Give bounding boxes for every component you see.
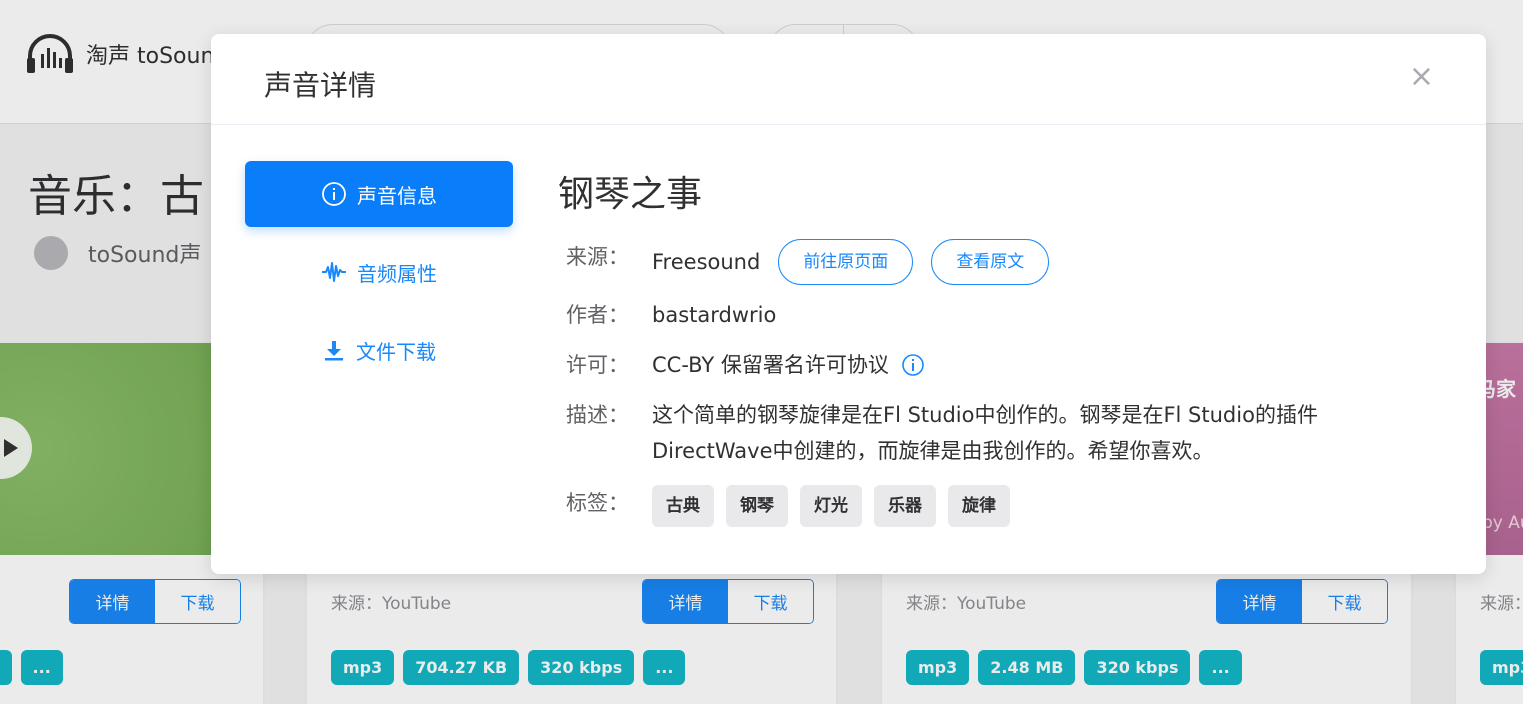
tag[interactable]: 旋律 <box>948 485 1010 527</box>
license-value-wrap: CC-BY 保留署名许可协议 <box>652 347 925 383</box>
info-icon[interactable] <box>901 353 925 377</box>
download-icon <box>325 341 343 361</box>
close-icon[interactable]: × <box>1409 62 1434 92</box>
source-value: Freesound <box>652 250 761 274</box>
waveform-icon <box>322 262 346 282</box>
source-row: 来源： Freesound 前往原页面 查看原文 <box>558 239 1438 285</box>
tag-list: 古典 钢琴 灯光 乐器 旋律 <box>652 485 1022 527</box>
author-label: 作者： <box>566 303 629 327</box>
license-row: 许可： CC-BY 保留署名许可协议 <box>558 347 1438 383</box>
description-value: 这个简单的钢琴旋律是在Fl Studio中创作的。钢琴是在Fl Studio的插… <box>652 403 1318 463</box>
tag[interactable]: 钢琴 <box>726 485 788 527</box>
dialog-header: 声音详情 × <box>211 34 1486 125</box>
nav-item-file-download[interactable]: 文件下载 <box>245 317 513 383</box>
sound-info-panel: 钢琴之事 来源： Freesound 前往原页面 查看原文 作者： bastar… <box>558 161 1438 527</box>
description-label: 描述： <box>566 403 629 427</box>
tag[interactable]: 古典 <box>652 485 714 527</box>
goto-original-page-button[interactable]: 前往原页面 <box>778 239 914 285</box>
info-icon <box>322 182 346 206</box>
author-row: 作者： bastardwrio <box>558 297 1438 333</box>
author-value: bastardwrio <box>652 303 777 327</box>
license-label: 许可： <box>566 353 629 377</box>
source-value-wrap: Freesound 前往原页面 查看原文 <box>652 239 1050 285</box>
tags-label: 标签： <box>566 491 629 515</box>
nav-item-sound-info[interactable]: 声音信息 <box>245 161 513 227</box>
dialog-title: 声音详情 <box>264 69 377 102</box>
tags-row: 标签： 古典 钢琴 灯光 乐器 旋律 <box>558 485 1438 527</box>
tag[interactable]: 灯光 <box>800 485 862 527</box>
nav-item-audio-properties[interactable]: 音频属性 <box>245 239 513 305</box>
license-value: CC-BY 保留署名许可协议 <box>652 353 889 377</box>
dialog-side-nav: 声音信息 音频属性 文件下载 <box>245 161 513 395</box>
nav-item-label: 音频属性 <box>357 261 437 286</box>
tag[interactable]: 乐器 <box>874 485 936 527</box>
view-original-text-button[interactable]: 查看原文 <box>931 239 1050 285</box>
sound-name: 钢琴之事 <box>558 174 703 215</box>
sound-detail-dialog: 声音详情 × 声音信息 音频属性 文件下载 钢琴之事 来源： Freesound… <box>211 34 1486 574</box>
nav-item-label: 文件下载 <box>356 339 436 364</box>
source-label: 来源： <box>566 245 629 269</box>
nav-item-label: 声音信息 <box>357 183 437 208</box>
description-row: 描述： 这个简单的钢琴旋律是在Fl Studio中创作的。钢琴是在Fl Stud… <box>558 397 1438 469</box>
